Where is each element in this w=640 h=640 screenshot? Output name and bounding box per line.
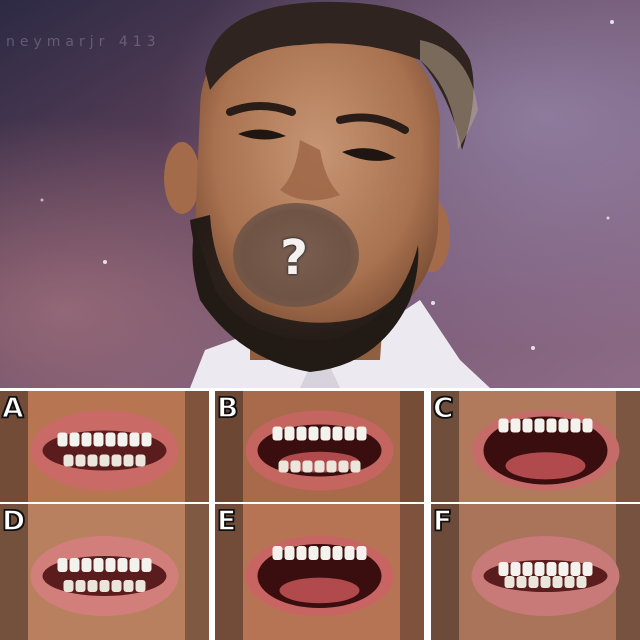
mouth-photo-d — [0, 504, 209, 640]
option-tile-c[interactable]: C — [431, 391, 640, 502]
mouth-photo-a — [0, 391, 209, 502]
mouth-photo-b — [215, 391, 424, 502]
mouth-photo-f — [431, 504, 640, 640]
mouth-photo-e — [215, 504, 424, 640]
option-tile-e[interactable]: E — [215, 504, 424, 640]
mouth-photo-c — [431, 391, 640, 502]
option-tile-d[interactable]: D — [0, 504, 209, 640]
option-letter-d: D — [1, 504, 26, 537]
option-letter-c: C — [432, 391, 454, 424]
answer-grid: A B C D E F — [0, 388, 640, 640]
question-mark-icon: ? — [280, 230, 308, 286]
option-tile-b[interactable]: B — [215, 391, 424, 502]
main-photo: neymarjr 413 ? — [0, 0, 640, 388]
portrait-illustration — [0, 0, 640, 388]
option-letter-a: A — [1, 391, 24, 424]
option-tile-f[interactable]: F — [431, 504, 640, 640]
option-tile-a[interactable]: A — [0, 391, 209, 502]
option-letter-b: B — [216, 391, 239, 424]
option-letter-e: E — [216, 504, 237, 537]
watermark: neymarjr 413 — [6, 34, 161, 50]
option-letter-f: F — [432, 504, 453, 537]
